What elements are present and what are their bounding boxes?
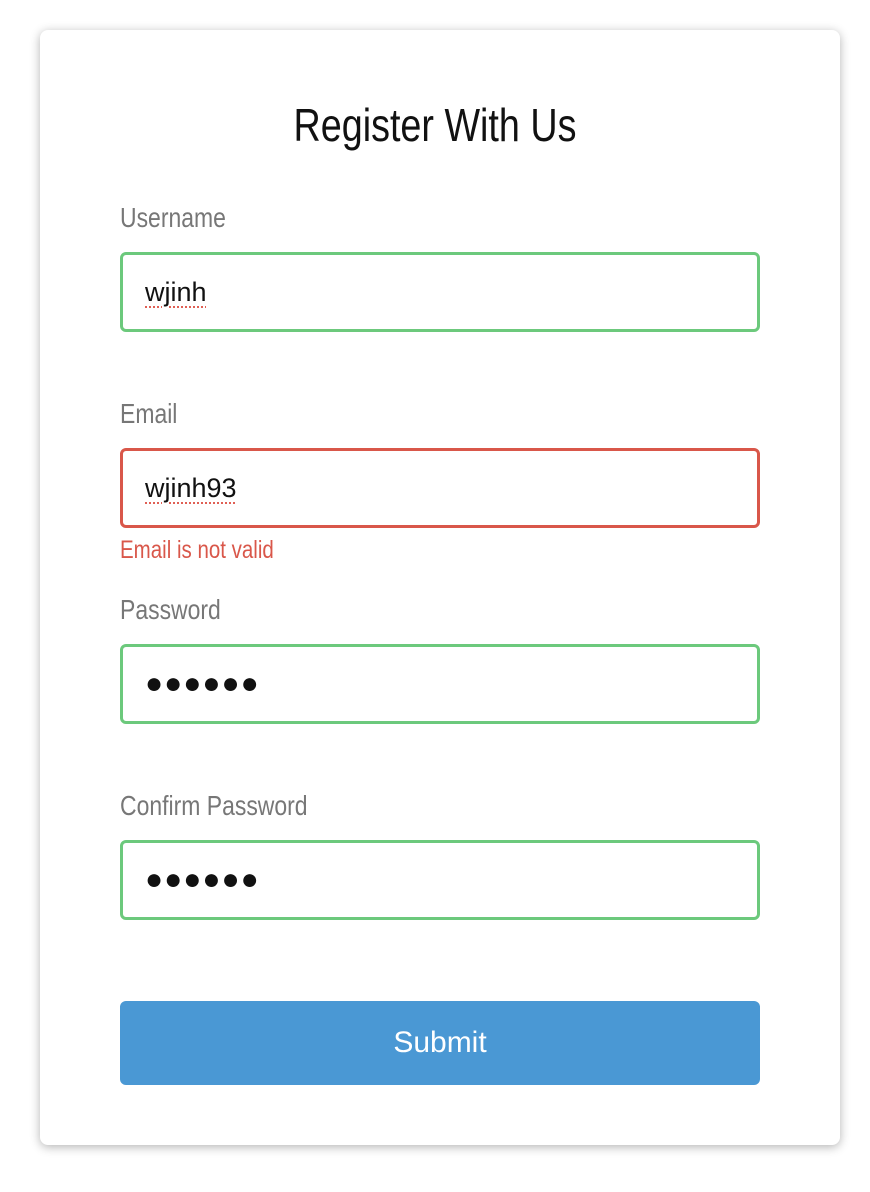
confirm-password-label: Confirm Password: [120, 790, 308, 821]
page-title: Register With Us: [293, 99, 577, 151]
username-label: Username: [120, 202, 226, 233]
email-value: wjinh93: [145, 472, 237, 503]
email-input[interactable]: wjinh93: [120, 448, 760, 528]
password-label: Password: [120, 594, 221, 625]
email-label: Email: [120, 398, 178, 429]
register-card: [40, 30, 840, 1145]
password-value: ●●●●●●: [145, 667, 260, 700]
username-input[interactable]: wjinh: [120, 252, 760, 332]
submit-button[interactable]: Submit: [120, 1001, 760, 1085]
confirm-password-value: ●●●●●●: [145, 863, 260, 896]
email-error-message: Email is not valid: [120, 536, 274, 564]
password-input[interactable]: ●●●●●●: [120, 644, 760, 724]
confirm-password-input[interactable]: ●●●●●●: [120, 840, 760, 920]
username-value: wjinh: [145, 276, 207, 307]
